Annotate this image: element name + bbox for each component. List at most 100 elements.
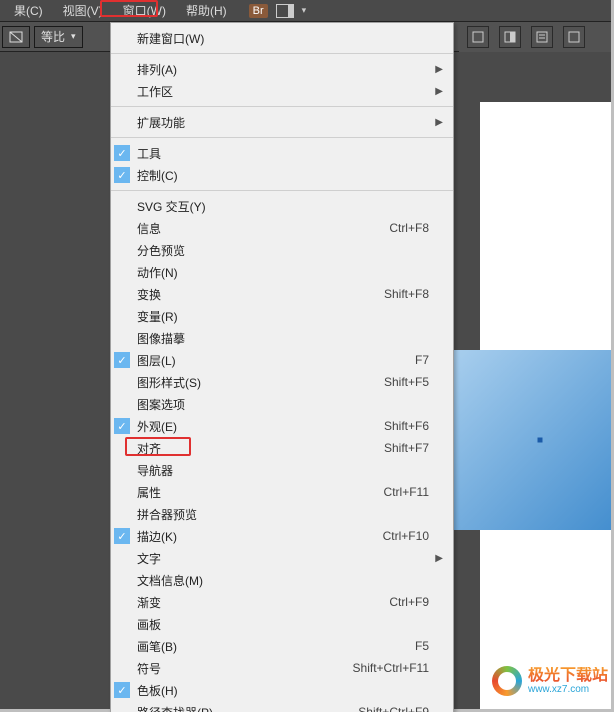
panel-layout-icon[interactable] — [276, 4, 294, 18]
menu-item-label: 图形样式(S) — [133, 374, 319, 391]
menu-item-label: 排列(A) — [133, 61, 319, 78]
menu-item[interactable]: 画板 — [111, 613, 453, 635]
menu-shortcut: Shift+F6 — [319, 419, 429, 433]
menu-shortcut: F7 — [319, 353, 429, 367]
menu-item-label: 扩展功能 — [133, 114, 319, 131]
menu-item[interactable]: 动作(N) — [111, 261, 453, 283]
menu-item-label: 拼合器预览 — [133, 506, 319, 523]
watermark-url: www.xz7.com — [528, 684, 608, 695]
menu-item-label: 分色预览 — [133, 242, 319, 259]
menu-item-label: 符号 — [133, 660, 319, 677]
panel-icon-1[interactable] — [467, 26, 489, 48]
menu-item-label: 控制(C) — [133, 167, 319, 184]
watermark: 极光下载站 www.xz7.com — [492, 666, 608, 696]
menu-item[interactable]: 新建窗口(W) — [111, 27, 453, 49]
menu-item-label: 渐变 — [133, 594, 319, 611]
menu-item-label: 色板(H) — [133, 682, 319, 699]
menu-item[interactable]: ✓工具 — [111, 142, 453, 164]
menu-shortcut: Shift+F8 — [319, 287, 429, 301]
menu-separator — [111, 53, 453, 54]
menu-item[interactable]: 文字▶ — [111, 547, 453, 569]
anchor-point-icon — [538, 438, 543, 443]
menu-item[interactable]: 排列(A) ▶ — [111, 58, 453, 80]
menu-item[interactable]: 符号Shift+Ctrl+F11 — [111, 657, 453, 679]
menubar: 果(C) 视图(V) 窗口(W) 帮助(H) Br ▾ — [0, 0, 614, 22]
menu-item[interactable]: 导航器 — [111, 459, 453, 481]
menu-item[interactable]: ✓外观(E)Shift+F6 — [111, 415, 453, 437]
check-icon: ✓ — [114, 682, 130, 698]
menu-item[interactable]: 变换Shift+F8 — [111, 283, 453, 305]
menu-item[interactable]: 变量(R) — [111, 305, 453, 327]
menu-checkmark-col: ✓ — [111, 145, 133, 161]
menu-item[interactable]: 信息Ctrl+F8 — [111, 217, 453, 239]
menu-item[interactable]: 图形样式(S)Shift+F5 — [111, 371, 453, 393]
submenu-arrow-icon: ▶ — [429, 86, 443, 97]
watermark-logo-icon — [492, 666, 522, 696]
menu-item[interactable]: 图案选项 — [111, 393, 453, 415]
menu-item[interactable]: 路径查找器(P)Shift+Ctrl+F9 — [111, 701, 453, 712]
menu-item-label: 新建窗口(W) — [133, 30, 319, 47]
menu-checkmark-col: ✓ — [111, 528, 133, 544]
menu-item-label: 工作区 — [133, 83, 319, 100]
menu-item-label: 变换 — [133, 286, 319, 303]
ratio-label: 等比 — [41, 28, 65, 45]
menu-item[interactable]: ✓控制(C) — [111, 164, 453, 186]
menu-item[interactable]: 对齐Shift+F7 — [111, 437, 453, 459]
menu-item[interactable]: 属性Ctrl+F11 — [111, 481, 453, 503]
check-icon: ✓ — [114, 145, 130, 161]
menu-item[interactable]: 图像描摹 — [111, 327, 453, 349]
menu-item[interactable]: 工作区 ▶ — [111, 80, 453, 102]
menu-checkmark-col: ✓ — [111, 682, 133, 698]
menu-item-label: 动作(N) — [133, 264, 319, 281]
menu-item-label: 文字 — [133, 550, 319, 567]
panel-icon-4[interactable] — [563, 26, 585, 48]
menu-item[interactable]: ✓描边(K)Ctrl+F10 — [111, 525, 453, 547]
menu-item-label: 描边(K) — [133, 528, 319, 545]
menu-item-label: 图像描摹 — [133, 330, 319, 347]
menu-item[interactable]: 分色预览 — [111, 239, 453, 261]
menu-shortcut: Ctrl+F11 — [319, 485, 429, 499]
menu-item[interactable]: 渐变Ctrl+F9 — [111, 591, 453, 613]
caret-down-icon[interactable]: ▾ — [302, 5, 307, 16]
menu-help[interactable]: 帮助(H) — [176, 0, 237, 21]
menu-effects[interactable]: 果(C) — [4, 0, 53, 21]
toggle-left-icon[interactable] — [2, 26, 30, 48]
caret-down-icon: ▾ — [71, 31, 76, 42]
check-icon: ✓ — [114, 167, 130, 183]
window-menu-dropdown: 新建窗口(W)排列(A)▶工作区▶扩展功能▶✓工具✓控制(C)SVG 交互(Y)… — [110, 22, 454, 712]
menu-item[interactable]: SVG 交互(Y) — [111, 195, 453, 217]
menu-separator — [111, 190, 453, 191]
menu-item-label: 工具 — [133, 145, 319, 162]
menu-shortcut: Ctrl+F8 — [319, 221, 429, 235]
menu-item-label: 变量(R) — [133, 308, 319, 325]
menu-item[interactable]: 拼合器预览 — [111, 503, 453, 525]
check-icon: ✓ — [114, 418, 130, 434]
submenu-arrow-icon: ▶ — [429, 64, 443, 75]
menu-item-label: 导航器 — [133, 462, 319, 479]
menu-item-label: 图层(L) — [133, 352, 319, 369]
menu-item[interactable]: ✓色板(H) — [111, 679, 453, 701]
menu-item-label: 画板 — [133, 616, 319, 633]
menu-checkmark-col: ✓ — [111, 418, 133, 434]
menu-item-label: 外观(E) — [133, 418, 319, 435]
menu-item[interactable]: 扩展功能▶ — [111, 111, 453, 133]
menu-item-label: 路径查找器(P) — [133, 704, 319, 712]
menu-shortcut: Shift+F7 — [319, 441, 429, 455]
ratio-dropdown[interactable]: 等比 ▾ — [34, 26, 83, 48]
menu-item[interactable]: ✓图层(L)F7 — [111, 349, 453, 371]
check-icon: ✓ — [114, 528, 130, 544]
menu-shortcut: Shift+F5 — [319, 375, 429, 389]
menu-item-label: 画笔(B) — [133, 638, 319, 655]
bridge-badge[interactable]: Br — [249, 4, 268, 18]
watermark-title: 极光下载站 — [528, 667, 608, 685]
panel-icon-2[interactable] — [499, 26, 521, 48]
selected-gradient-rect[interactable] — [450, 350, 614, 530]
menu-shortcut: F5 — [319, 639, 429, 653]
menu-separator — [111, 137, 453, 138]
menu-item[interactable]: 画笔(B)F5 — [111, 635, 453, 657]
annotation-window-menu — [100, 0, 158, 17]
menu-item[interactable]: 文档信息(M) — [111, 569, 453, 591]
menu-checkmark-col: ✓ — [111, 167, 133, 183]
right-panel-strip — [459, 22, 614, 52]
panel-icon-3[interactable] — [531, 26, 553, 48]
